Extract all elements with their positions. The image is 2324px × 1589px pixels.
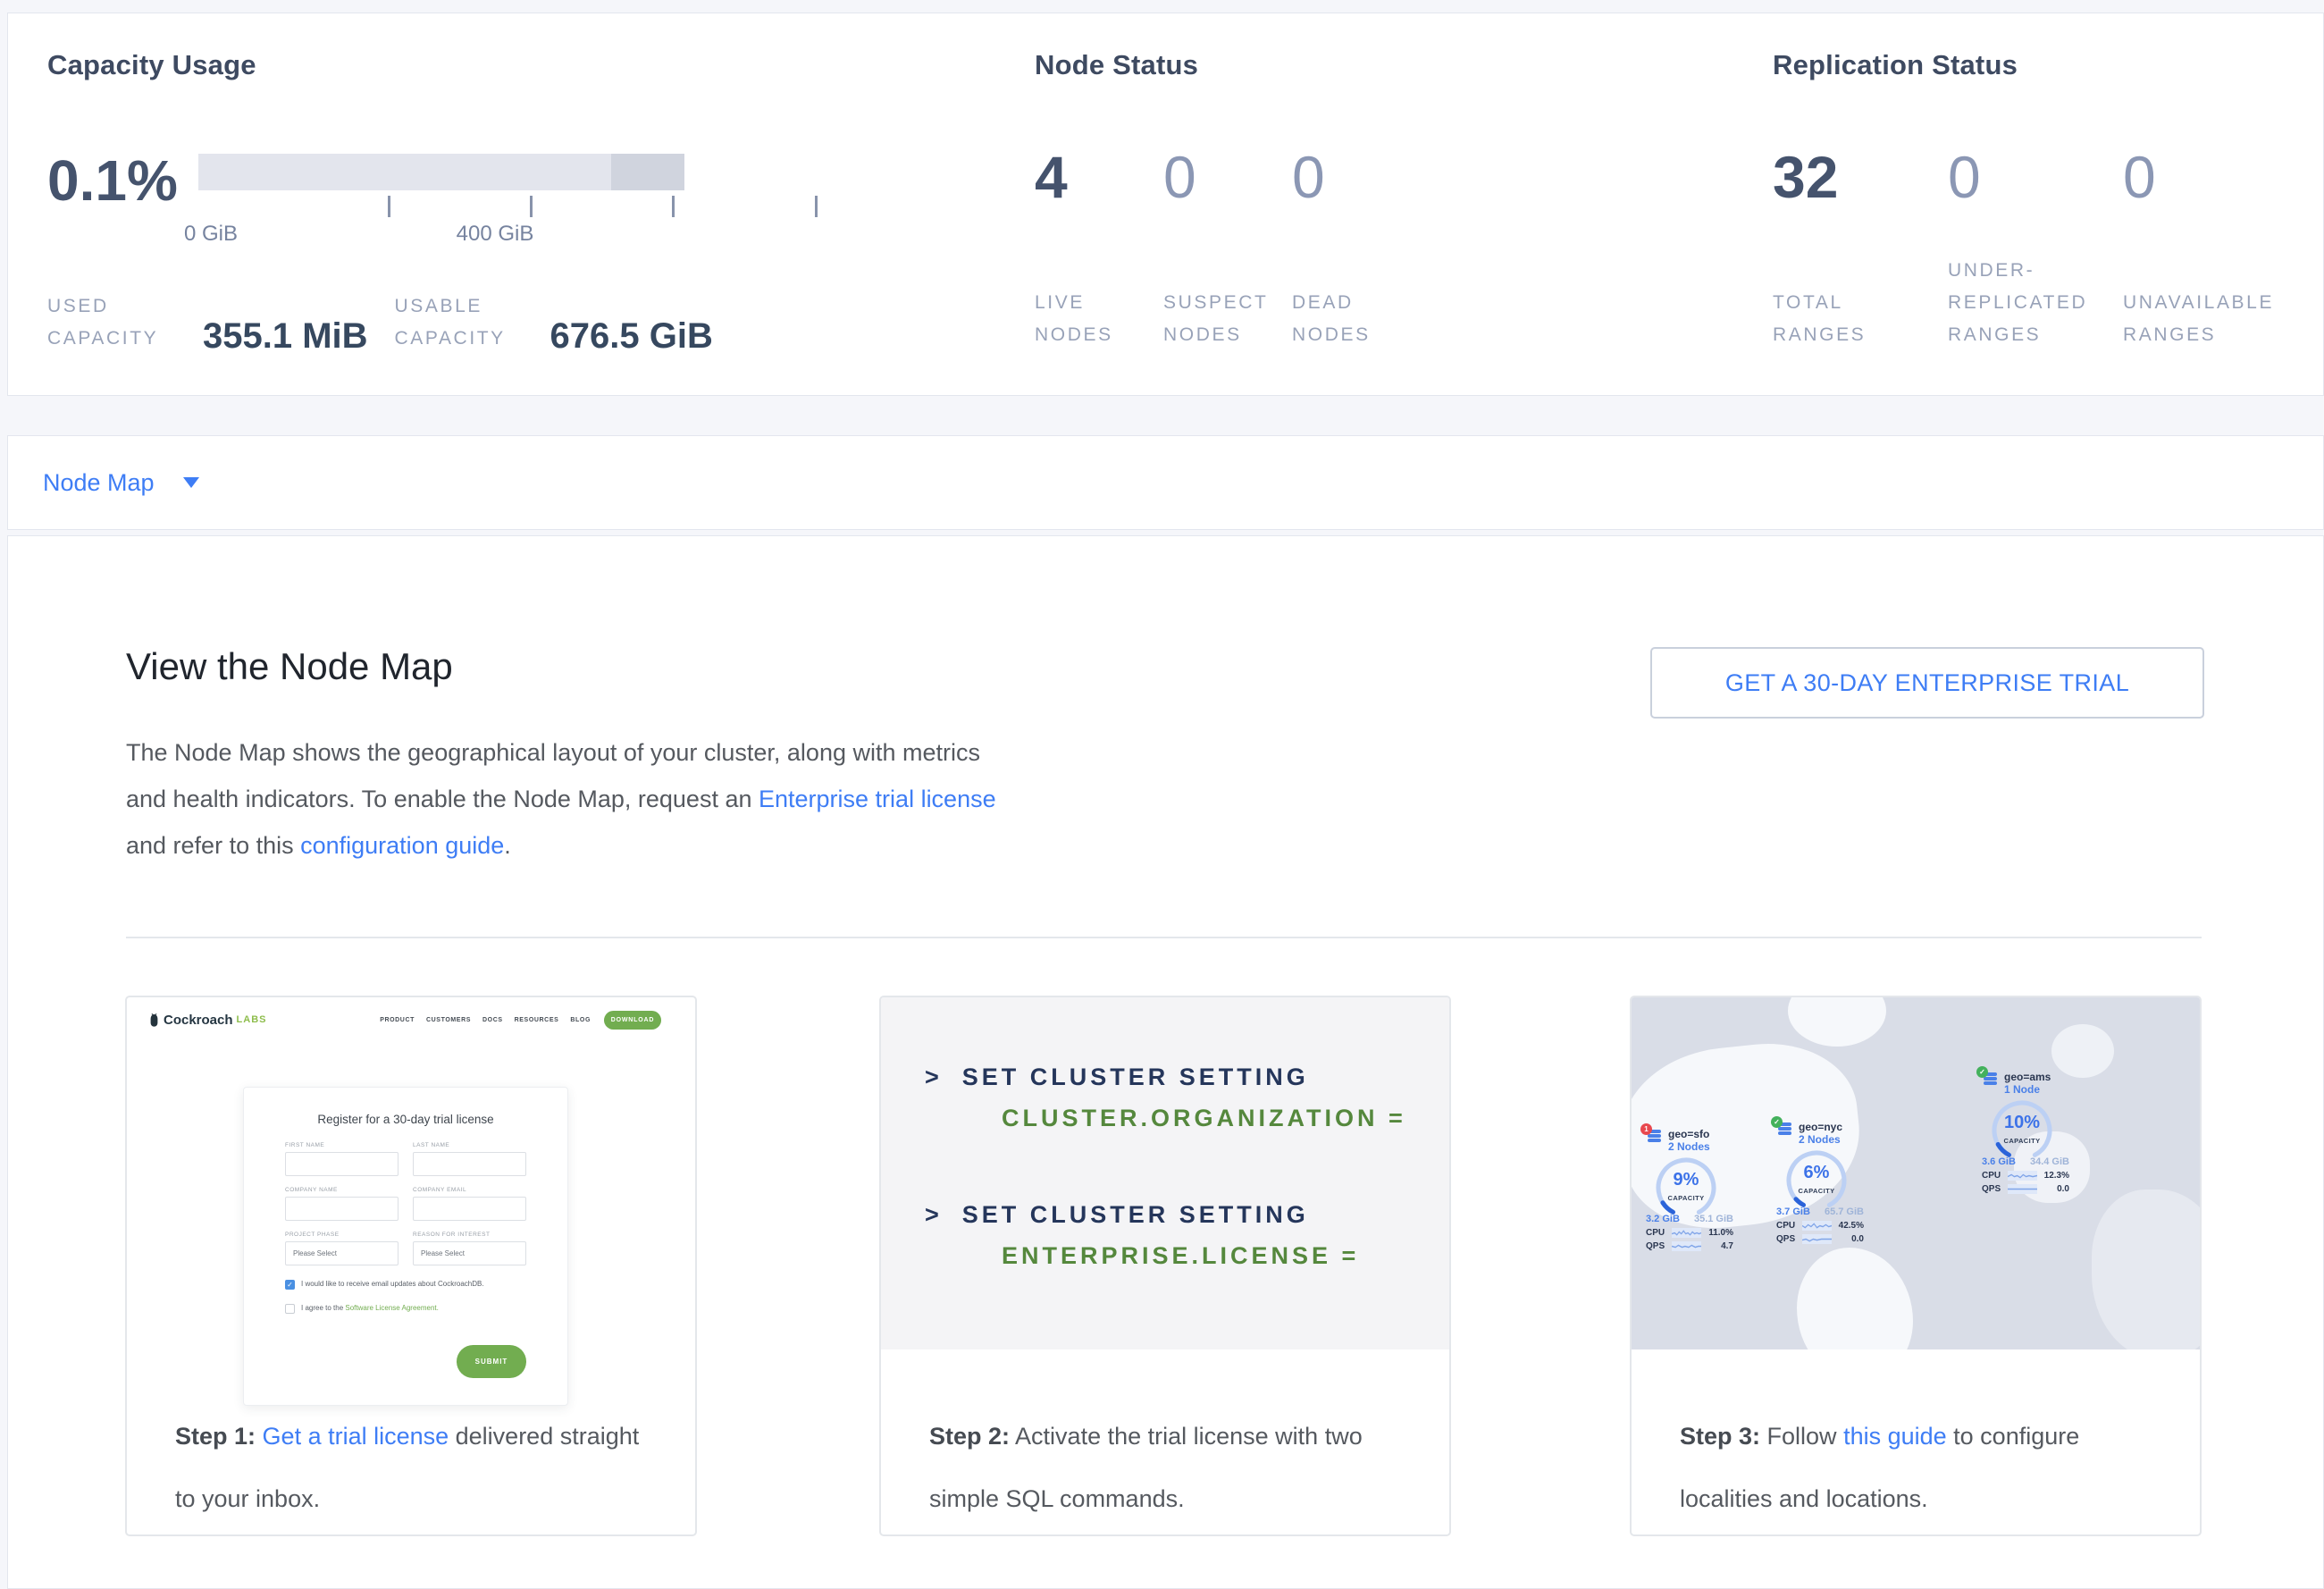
- sql-commands-illustration: > SET CLUSTER SETTING CLUSTER.ORGANIZATIO…: [881, 997, 1449, 1349]
- node-map-dropdown[interactable]: Node Map: [43, 469, 155, 497]
- usable-capacity-value: 676.5 GiB: [550, 316, 713, 357]
- capacity-used-percent: 0.1%: [47, 147, 178, 214]
- cpu-sparkline: [1672, 1228, 1701, 1238]
- step1-card: Cockroach LABS PRODUCT CUSTOMERS DOCS RE…: [125, 996, 697, 1536]
- mini-form-title: Register for a 30-day trial license: [285, 1113, 526, 1126]
- mini-first-name-field: [285, 1152, 399, 1176]
- live-nodes-count: 4: [1035, 147, 1163, 206]
- map-locality-nyc: ✓ geo=nyc 2 Nodes 6% CAPACITY: [1776, 1121, 1864, 1244]
- enterprise-trial-button[interactable]: GET A 30-DAY ENTERPRISE TRIAL: [1650, 647, 2204, 719]
- mini-submit-button: SUBMIT: [457, 1345, 526, 1378]
- landmass-shape: [2092, 1190, 2200, 1349]
- landmass-shape: [1788, 997, 1886, 1047]
- configuration-guide-link[interactable]: configuration guide: [300, 832, 504, 859]
- view-selector-bar[interactable]: Node Map: [7, 435, 2324, 530]
- node-map-illustration: 1 geo=sfo 2 Nodes 9% CAPACITY: [1632, 997, 2200, 1349]
- axis-tick: [815, 196, 818, 217]
- healthy-badge: ✓: [1771, 1116, 1783, 1128]
- mini-company-name-field: [285, 1197, 399, 1221]
- axis-tick: [388, 196, 390, 217]
- step3-caption: Step 3: Follow this guide to configure l…: [1632, 1349, 2200, 1530]
- capacity-bar-other-segment: [611, 154, 684, 190]
- mini-site-nav: PRODUCT CUSTOMERS DOCS RESOURCES BLOG DO…: [368, 1011, 661, 1030]
- cluster-overview-page: Capacity Usage 0.1% 0 GiB 400 GiB USED C…: [0, 0, 2324, 1589]
- error-badge: 1: [1640, 1123, 1652, 1135]
- replication-status-title: Replication Status: [1773, 49, 2018, 81]
- map-locality-ams: ✓ geo=ams 1 Node 10% CAPACITY: [1982, 1071, 2069, 1194]
- enterprise-trial-license-link[interactable]: Enterprise trial license: [759, 786, 996, 812]
- page-title: View the Node Map: [126, 645, 453, 688]
- total-ranges-stat: 32 TOTAL RANGES: [1773, 147, 1948, 351]
- sql-prompt: >: [925, 1201, 943, 1229]
- qps-sparkline: [1672, 1241, 1701, 1251]
- axis-tick-label: 400 GiB: [432, 222, 558, 247]
- get-trial-license-link[interactable]: Get a trial license: [263, 1423, 449, 1450]
- suspect-nodes-stat: 0 SUSPECT NODES: [1163, 147, 1292, 351]
- step3-card: 1 geo=sfo 2 Nodes 9% CAPACITY: [1630, 996, 2202, 1536]
- sql-command: SET CLUSTER SETTING: [962, 1201, 1309, 1229]
- step2-caption: Step 2: Activate the trial license with …: [881, 1349, 1449, 1530]
- under-replicated-ranges-stat: 0 UNDER- REPLICATED RANGES: [1948, 147, 2123, 351]
- mini-last-name-field: [413, 1152, 526, 1176]
- capacity-gauge: 6% CAPACITY: [1784, 1148, 1849, 1213]
- under-replicated-ranges-count: 0: [1948, 147, 2123, 206]
- capacity-usage-title: Capacity Usage: [47, 49, 256, 81]
- trial-license-form: Register for a 30-day trial license FIRS…: [243, 1087, 568, 1406]
- unavailable-ranges-stat: 0 UNAVAILABLE RANGES: [2123, 147, 2298, 351]
- cockroach-labs-logo: Cockroach LABS: [148, 1013, 266, 1028]
- landmass-shape: [1797, 1248, 1913, 1349]
- sql-command: SET CLUSTER SETTING: [962, 1064, 1309, 1091]
- used-capacity-value: 355.1 MiB: [203, 316, 368, 357]
- chevron-down-icon: [183, 477, 199, 488]
- sql-arg-license: ENTERPRISE.LICENSE =: [1002, 1242, 1359, 1270]
- used-capacity-metric: USED CAPACITY 355.1 MiB: [47, 290, 368, 355]
- capacity-bar-chart: 0 GiB 400 GiB: [198, 154, 684, 261]
- landmass-shape: [2051, 1024, 2114, 1078]
- replication-status-stats: 32 TOTAL RANGES 0 UNDER- REPLICATED RANG…: [1773, 147, 2298, 351]
- capacity-bar-usable: [198, 154, 684, 190]
- qps-sparkline: [1802, 1234, 1832, 1244]
- dead-nodes-stat: 0 DEAD NODES: [1292, 147, 1421, 351]
- mini-reason-select: Please Select: [413, 1241, 526, 1265]
- mini-download-button: DOWNLOAD: [604, 1011, 661, 1030]
- healthy-badge: ✓: [1976, 1066, 1988, 1078]
- mini-project-phase-select: Please Select: [285, 1241, 399, 1265]
- step2-card: > SET CLUSTER SETTING CLUSTER.ORGANIZATIO…: [879, 996, 1451, 1536]
- node-status-stats: 4 LIVE NODES 0 SUSPECT NODES 0 DEAD NODE…: [1035, 147, 1421, 351]
- capacity-metrics: USED CAPACITY 355.1 MiB USABLE CAPACITY …: [47, 290, 713, 355]
- node-map-content-panel: View the Node Map GET A 30-DAY ENTERPRIS…: [7, 535, 2324, 1589]
- capacity-gauge: 9% CAPACITY: [1654, 1156, 1718, 1220]
- dead-nodes-count: 0: [1292, 147, 1421, 206]
- sql-arg-organization: CLUSTER.ORGANIZATION =: [1002, 1105, 1406, 1132]
- section-divider: [126, 937, 2202, 938]
- live-nodes-stat: 4 LIVE NODES: [1035, 147, 1163, 351]
- checkbox-unchecked-icon: [285, 1304, 295, 1314]
- step1-caption: Step 1: Get a trial license delivered st…: [127, 1398, 695, 1530]
- cpu-sparkline: [2008, 1171, 2037, 1181]
- axis-tick: [672, 196, 675, 217]
- usable-capacity-metric: USABLE CAPACITY 676.5 GiB: [395, 290, 713, 355]
- mini-company-email-field: [413, 1197, 526, 1221]
- qps-sparkline: [2008, 1184, 2037, 1194]
- axis-tick: [530, 196, 533, 217]
- registration-screenshot: Cockroach LABS PRODUCT CUSTOMERS DOCS RE…: [127, 997, 695, 1398]
- cluster-summary-panel: Capacity Usage 0.1% 0 GiB 400 GiB USED C…: [7, 13, 2324, 396]
- cpu-sparkline: [1802, 1221, 1832, 1231]
- mini-license-agreement-link: Software License Agreement.: [345, 1304, 439, 1312]
- node-status-title: Node Status: [1035, 49, 1198, 81]
- unavailable-ranges-count: 0: [2123, 147, 2298, 206]
- checkbox-checked-icon: ✓: [285, 1280, 295, 1290]
- capacity-gauge: 10% CAPACITY: [1990, 1098, 2054, 1163]
- used-capacity-label: USED CAPACITY: [47, 290, 183, 355]
- axis-tick-label: 0 GiB: [148, 222, 273, 247]
- this-guide-link[interactable]: this guide: [1843, 1423, 1947, 1450]
- map-locality-sfo: 1 geo=sfo 2 Nodes 9% CAPACITY: [1646, 1128, 1733, 1251]
- total-ranges-count: 32: [1773, 147, 1948, 206]
- usable-capacity-label: USABLE CAPACITY: [395, 290, 531, 355]
- sql-prompt: >: [925, 1064, 943, 1091]
- node-map-description: The Node Map shows the geographical layo…: [126, 729, 1011, 869]
- suspect-nodes-count: 0: [1163, 147, 1292, 206]
- cockroach-icon: [148, 1013, 160, 1028]
